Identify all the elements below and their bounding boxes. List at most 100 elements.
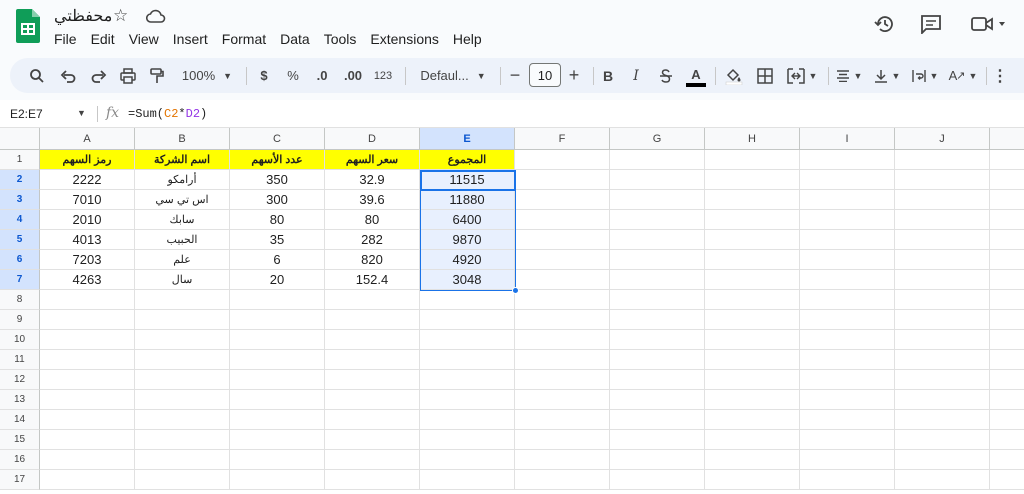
empty-cell[interactable] xyxy=(990,310,1024,330)
empty-cell[interactable] xyxy=(610,370,705,390)
empty-cell[interactable] xyxy=(420,330,515,350)
empty-cell[interactable] xyxy=(800,190,895,210)
empty-cell[interactable] xyxy=(990,370,1024,390)
zoom-select[interactable]: 100% ▼ xyxy=(176,58,238,93)
empty-cell[interactable] xyxy=(230,430,325,450)
empty-cell[interactable] xyxy=(705,450,800,470)
empty-cell[interactable] xyxy=(230,450,325,470)
empty-cell[interactable] xyxy=(990,150,1024,170)
comments-icon[interactable] xyxy=(920,14,942,34)
cell-a2[interactable]: 2222 xyxy=(40,170,135,190)
cell-c3[interactable]: 300 xyxy=(230,190,325,210)
select-all-corner[interactable] xyxy=(0,128,40,150)
empty-cell[interactable] xyxy=(895,170,990,190)
row-header-10[interactable]: 10 xyxy=(0,330,40,350)
empty-cell[interactable] xyxy=(420,390,515,410)
empty-cell[interactable] xyxy=(990,290,1024,310)
empty-cell[interactable] xyxy=(420,350,515,370)
star-icon[interactable]: ☆ xyxy=(113,6,128,26)
column-header-f[interactable]: F xyxy=(515,128,610,150)
cell-b5[interactable]: الحبيب xyxy=(135,230,230,250)
empty-cell[interactable] xyxy=(990,330,1024,350)
empty-cell[interactable] xyxy=(705,350,800,370)
empty-cell[interactable] xyxy=(325,470,420,490)
empty-cell[interactable] xyxy=(895,210,990,230)
empty-cell[interactable] xyxy=(515,330,610,350)
empty-cell[interactable] xyxy=(420,310,515,330)
row-header-15[interactable]: 15 xyxy=(0,430,40,450)
empty-cell[interactable] xyxy=(800,350,895,370)
cell-c7[interactable]: 20 xyxy=(230,270,325,290)
empty-cell[interactable] xyxy=(610,410,705,430)
empty-cell[interactable] xyxy=(610,350,705,370)
text-wrapping-icon[interactable]: ▼ xyxy=(908,58,942,93)
cell-a1[interactable]: رمز السهم xyxy=(40,150,135,170)
column-header-b[interactable]: B xyxy=(135,128,230,150)
search-menus-icon[interactable] xyxy=(26,58,48,93)
fill-handle[interactable] xyxy=(512,287,519,294)
column-header-e[interactable]: E xyxy=(420,128,515,150)
name-box[interactable]: E2:E7 xyxy=(10,107,43,121)
column-header-j[interactable]: J xyxy=(895,128,990,150)
sheets-logo-icon[interactable] xyxy=(16,9,40,43)
cloud-saved-icon[interactable] xyxy=(146,8,166,24)
increase-decimal-button[interactable]: .00 xyxy=(340,58,366,93)
empty-cell[interactable] xyxy=(990,470,1024,490)
empty-cell[interactable] xyxy=(325,350,420,370)
empty-cell[interactable] xyxy=(420,450,515,470)
empty-cell[interactable] xyxy=(515,190,610,210)
borders-icon[interactable] xyxy=(754,58,776,93)
cell-b3[interactable]: اس تي سي xyxy=(135,190,230,210)
cell-e6[interactable]: 4920 xyxy=(420,250,515,270)
cell-d6[interactable]: 820 xyxy=(325,250,420,270)
empty-cell[interactable] xyxy=(610,250,705,270)
empty-cell[interactable] xyxy=(515,230,610,250)
empty-cell[interactable] xyxy=(705,170,800,190)
more-formats-button[interactable]: 123 xyxy=(371,58,395,93)
empty-cell[interactable] xyxy=(325,370,420,390)
empty-cell[interactable] xyxy=(230,390,325,410)
empty-cell[interactable] xyxy=(135,430,230,450)
empty-cell[interactable] xyxy=(705,430,800,450)
empty-cell[interactable] xyxy=(325,450,420,470)
empty-cell[interactable] xyxy=(895,310,990,330)
empty-cell[interactable] xyxy=(515,150,610,170)
menu-data[interactable]: Data xyxy=(280,29,317,50)
empty-cell[interactable] xyxy=(325,390,420,410)
empty-cell[interactable] xyxy=(705,210,800,230)
cell-e1[interactable]: المجموع xyxy=(420,150,515,170)
menu-file[interactable]: File xyxy=(54,29,84,50)
empty-cell[interactable] xyxy=(610,210,705,230)
empty-cell[interactable] xyxy=(135,390,230,410)
empty-cell[interactable] xyxy=(610,330,705,350)
empty-cell[interactable] xyxy=(135,410,230,430)
empty-cell[interactable] xyxy=(230,410,325,430)
empty-cell[interactable] xyxy=(610,230,705,250)
empty-cell[interactable] xyxy=(800,230,895,250)
empty-cell[interactable] xyxy=(705,310,800,330)
percent-format-button[interactable]: % xyxy=(283,58,303,93)
cell-d2[interactable]: 32.9 xyxy=(325,170,420,190)
empty-cell[interactable] xyxy=(420,370,515,390)
cell-b6[interactable]: علم xyxy=(135,250,230,270)
font-select[interactable]: Defaul... ▼ xyxy=(412,58,494,93)
empty-cell[interactable] xyxy=(515,370,610,390)
paint-format-icon[interactable] xyxy=(146,58,168,93)
empty-cell[interactable] xyxy=(800,430,895,450)
empty-cell[interactable] xyxy=(325,330,420,350)
increase-font-size-button[interactable]: + xyxy=(565,58,583,93)
cell-c2[interactable]: 350 xyxy=(230,170,325,190)
cell-c6[interactable]: 6 xyxy=(230,250,325,270)
empty-cell[interactable] xyxy=(420,410,515,430)
empty-cell[interactable] xyxy=(515,250,610,270)
cell-d4[interactable]: 80 xyxy=(325,210,420,230)
empty-cell[interactable] xyxy=(325,290,420,310)
empty-cell[interactable] xyxy=(800,470,895,490)
empty-cell[interactable] xyxy=(705,470,800,490)
cell-b2[interactable]: أرامكو xyxy=(135,170,230,190)
empty-cell[interactable] xyxy=(515,450,610,470)
undo-icon[interactable] xyxy=(57,58,79,93)
cell-b4[interactable]: سابك xyxy=(135,210,230,230)
empty-cell[interactable] xyxy=(610,270,705,290)
empty-cell[interactable] xyxy=(895,230,990,250)
